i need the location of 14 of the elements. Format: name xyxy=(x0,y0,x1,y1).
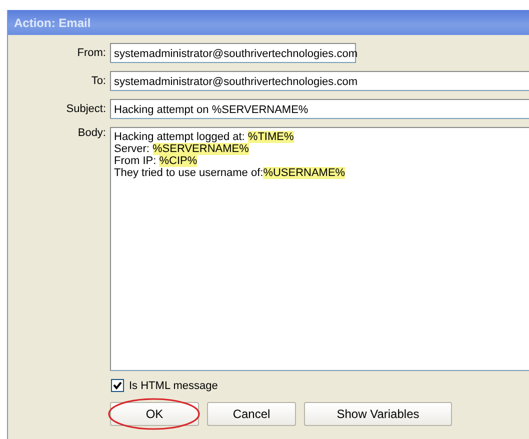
text-field[interactable]: systemadministrator@southrivertechnologies.com xyxy=(110,71,529,91)
text-field[interactable]: Hacking attempt on %SERVERNAME% xyxy=(110,99,529,119)
field-label: From: xyxy=(76,47,107,59)
field-label: Body: xyxy=(76,127,107,139)
body-text-area[interactable]: Hacking attempt logged at: %TIME% Server: %SERVERNAME% From IP: %CIP% They tried to use username of:%USERNAME% xyxy=(110,127,529,371)
dialog-button[interactable]: OK xyxy=(110,402,199,426)
field-label: To: xyxy=(90,75,107,87)
field-label: Subject: xyxy=(65,103,107,115)
checkbox[interactable] xyxy=(111,379,124,392)
dialog-button[interactable]: Show Variables xyxy=(304,402,452,426)
dialog-button[interactable]: Cancel xyxy=(207,402,296,426)
checkbox-label: Is HTML message xyxy=(129,380,218,392)
window-title: Action: Email xyxy=(14,16,91,30)
text-field[interactable]: systemadministrator@southrivertechnologies.com xyxy=(110,43,356,63)
